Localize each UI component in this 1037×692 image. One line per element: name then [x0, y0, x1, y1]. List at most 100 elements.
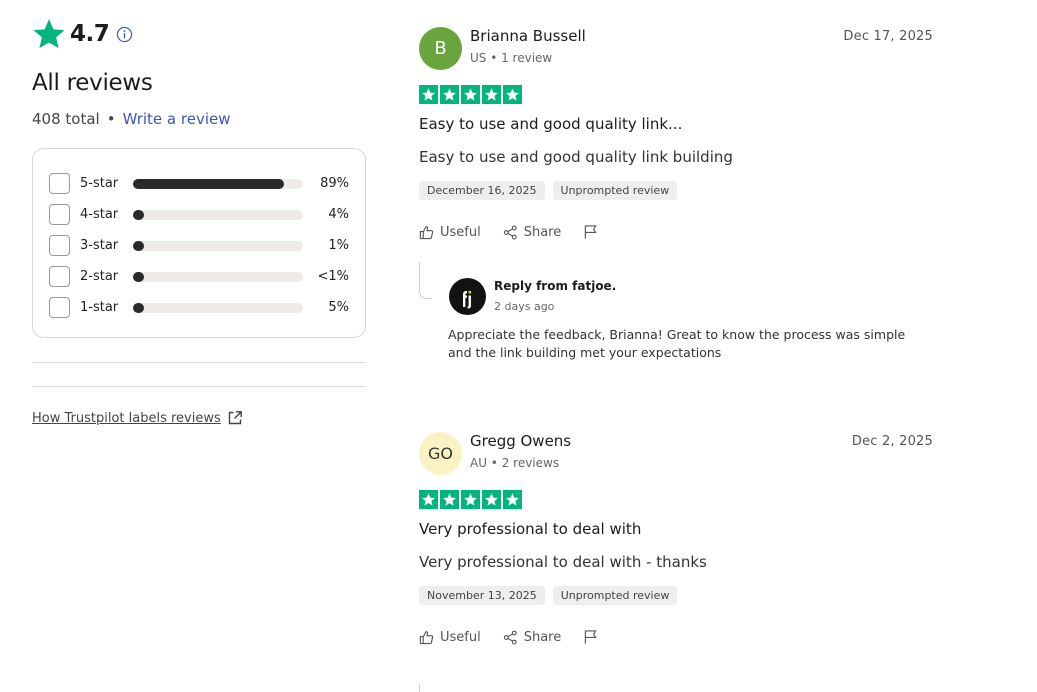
review-card: GO Gregg Owens AU • 2 reviews Dec 2, 202… [419, 432, 933, 692]
star-rating [419, 490, 933, 509]
rating-header: 4.7 [32, 18, 366, 50]
review-actions: Useful Share [419, 629, 933, 645]
review-tags: November 13, 2025 Unprompted review [419, 586, 933, 605]
dist-label: 4-star [80, 207, 119, 222]
share-label: Share [523, 629, 562, 645]
fatjoe-logo [449, 278, 486, 315]
star-icon [440, 85, 459, 104]
write-review-link[interactable]: Write a review [123, 110, 231, 128]
reviewer-info: AU • 2 reviews [470, 456, 560, 470]
dist-bar-fill [133, 240, 144, 251]
dist-label: 1-star [80, 300, 119, 315]
report-button[interactable] [583, 224, 604, 240]
filter-checkbox-3[interactable] [49, 235, 70, 256]
review-date: Dec 2, 2025 [851, 434, 933, 449]
dist-row-4[interactable]: 4-star 4% [49, 199, 349, 230]
rating-summary: 4.7 All reviews 408 total • Write a revi… [32, 18, 366, 426]
review-title[interactable]: Easy to use and good quality link... [419, 115, 933, 133]
unprompted-tag[interactable]: Unprompted review [552, 181, 678, 200]
reply-header: Reply from fatjoe. 2 days ago [419, 262, 933, 315]
dist-percent: <1% [317, 269, 349, 284]
star-icon [419, 85, 438, 104]
dist-percent: 1% [328, 238, 349, 253]
dist-bar-fill [133, 302, 144, 313]
reply-time: 2 days ago [494, 300, 555, 313]
rating-value: 4.7 [70, 21, 110, 47]
dist-row-1[interactable]: 1-star 5% [49, 292, 349, 323]
filter-checkbox-4[interactable] [49, 204, 70, 225]
review-body: Easy to use and good quality link buildi… [419, 148, 733, 166]
star-icon [461, 490, 480, 509]
divider [32, 386, 366, 387]
dist-row-2[interactable]: 2-star <1% [49, 261, 349, 292]
reviewer-name[interactable]: Brianna Bussell [470, 27, 843, 45]
share-button[interactable]: Share [503, 225, 561, 240]
dist-label: 2-star [80, 269, 119, 284]
unprompted-tag[interactable]: Unprompted review [552, 586, 678, 605]
labels-info-link-text: How Trustpilot labels reviews [32, 410, 221, 426]
flag-icon [585, 630, 597, 644]
useful-button[interactable]: Useful [419, 225, 481, 240]
dist-row-3[interactable]: 3-star 1% [49, 230, 349, 261]
filter-checkbox-2[interactable] [49, 266, 70, 287]
reviewer-meta: Gregg Owens AU • 2 reviews [470, 432, 852, 470]
review-date: Dec 17, 2025 [843, 29, 933, 44]
dist-percent: 4% [328, 207, 349, 222]
company-reply: Reply from fatjoe. 2 days ago Appreciate… [419, 262, 933, 362]
useful-button[interactable]: Useful [419, 630, 481, 645]
star-rating [419, 85, 933, 104]
reply-from: Reply from fatjoe. [494, 279, 617, 293]
star-icon [482, 85, 501, 104]
experience-date-tag: December 16, 2025 [419, 181, 545, 200]
review-actions: Useful Share [419, 224, 933, 240]
review-body: Very professional to deal with - thanks [419, 553, 707, 571]
fatjoe-logo-mark [462, 290, 471, 308]
thumbs-up-icon [419, 630, 434, 644]
dist-bar [133, 178, 303, 189]
review-header: GO Gregg Owens AU • 2 reviews Dec 2, 202… [419, 432, 933, 476]
avatar[interactable]: B [419, 27, 462, 70]
dist-bar-fill [133, 271, 144, 282]
filter-checkbox-1[interactable] [49, 297, 70, 318]
dist-bar-fill [133, 178, 285, 189]
dist-label: 5-star [80, 176, 119, 191]
star-icon [33, 19, 65, 49]
review-card: B Brianna Bussell US • 1 review Dec 17, … [419, 27, 933, 362]
avatar[interactable]: GO [419, 432, 462, 475]
star-icon [440, 490, 459, 509]
dist-bar [133, 240, 303, 251]
filter-checkbox-5[interactable] [49, 173, 70, 194]
share-icon [503, 225, 517, 239]
useful-label: Useful [440, 629, 481, 645]
page-title: All reviews [32, 70, 153, 96]
dist-bar [133, 209, 303, 220]
report-button[interactable] [583, 629, 604, 645]
reviewer-info: US • 1 review [470, 51, 553, 65]
review-header: B Brianna Bussell US • 1 review Dec 17, … [419, 27, 933, 71]
dist-label: 3-star [80, 238, 119, 253]
reply-connector [419, 262, 432, 299]
reply-meta: Reply from fatjoe. 2 days ago [494, 278, 616, 313]
external-link-icon [228, 411, 242, 425]
dist-bar [133, 271, 303, 282]
total-line: 408 total • Write a review [32, 110, 366, 128]
dist-percent: 89% [320, 176, 349, 191]
total-count: 408 total [32, 110, 100, 128]
separator-dot: • [106, 110, 116, 128]
dist-row-5[interactable]: 5-star 89% [49, 168, 349, 199]
dist-bar-fill [133, 209, 144, 220]
useful-label: Useful [440, 224, 481, 240]
share-icon [503, 630, 517, 644]
reviewer-name[interactable]: Gregg Owens [470, 432, 852, 450]
dist-percent: 5% [328, 300, 349, 315]
share-button[interactable]: Share [503, 629, 562, 645]
divider [32, 362, 366, 363]
star-icon [419, 490, 438, 509]
reply-connector [419, 684, 420, 692]
review-title[interactable]: Very professional to deal with [419, 520, 933, 538]
reviewer-meta: Brianna Bussell US • 1 review [470, 27, 843, 65]
review-tags: December 16, 2025 Unprompted review [419, 181, 933, 200]
info-icon[interactable] [116, 26, 133, 43]
labels-info-link[interactable]: How Trustpilot labels reviews [32, 410, 366, 426]
experience-date-tag: November 13, 2025 [419, 586, 545, 605]
